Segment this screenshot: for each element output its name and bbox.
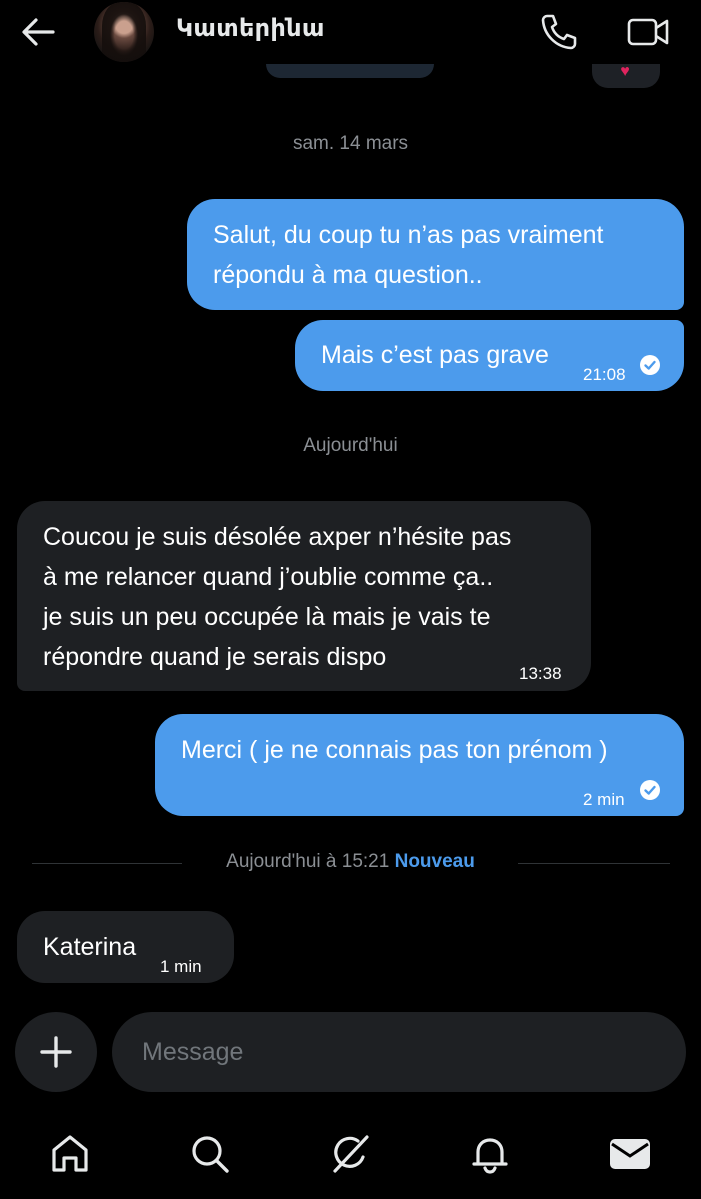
new-divider-label: Nouveau (394, 851, 475, 872)
message-bubble-outgoing[interactable]: Salut, du coup tu n’as pas vraiment répo… (187, 199, 684, 310)
message-bubble-outgoing[interactable]: Merci ( je ne connais pas ton prénom ) 2… (155, 714, 684, 816)
back-button[interactable] (18, 12, 58, 52)
message-text: répondu à ma question.. (213, 261, 483, 289)
heart-icon: ♥ (620, 63, 630, 80)
new-divider-time: Aujourd'hui à 15:21 (226, 851, 390, 872)
message-bubble-outgoing[interactable]: Mais c’est pas grave 21:08 (295, 320, 684, 391)
message-bubble-incoming[interactable]: Coucou je suis désolée axper n’hésite pa… (17, 501, 591, 691)
grok-icon (333, 1135, 369, 1173)
avatar[interactable] (94, 2, 154, 62)
message-text: Salut, du coup tu n’as pas vraiment (213, 221, 604, 249)
message-text: Coucou je suis désolée axper n’hésite pa… (43, 523, 512, 551)
mail-icon (610, 1139, 650, 1169)
message-time: 1 min (160, 957, 202, 976)
conversation-header: Կատերինա (0, 0, 701, 64)
read-check-icon (640, 355, 660, 375)
nav-search[interactable] (186, 1130, 234, 1178)
message-text: Katerina (43, 933, 137, 961)
new-messages-divider: Aujourd'hui à 15:21 Nouveau (0, 851, 701, 873)
nav-grok[interactable] (326, 1130, 374, 1178)
nav-home[interactable] (46, 1130, 94, 1178)
message-bubble-incoming[interactable]: Katerina 1 min (17, 911, 234, 983)
bell-icon (472, 1138, 508, 1174)
date-separator: Aujourd'hui (303, 435, 398, 456)
video-camera-icon (627, 18, 669, 46)
message-text: je suis un peu occupée là mais je vais t… (43, 603, 491, 631)
message-text: répondre quand je serais dispo (43, 643, 387, 671)
call-button[interactable] (538, 12, 580, 52)
plus-icon (40, 1036, 72, 1068)
nav-notifications[interactable] (466, 1130, 514, 1178)
message-text: Mais c’est pas grave (321, 341, 549, 369)
message-text: à me relancer quand j’oublie comme ça.. (43, 563, 494, 591)
nav-messages[interactable] (606, 1130, 654, 1178)
message-text: Merci ( je ne connais pas ton prénom ) (181, 736, 608, 764)
message-time: 21:08 (583, 365, 626, 384)
date-separator: sam. 14 mars (292, 133, 409, 154)
add-media-button[interactable] (15, 1012, 97, 1092)
bottom-navigation (0, 1110, 701, 1199)
home-icon (52, 1135, 88, 1172)
contact-name[interactable]: Կատերինա (176, 14, 325, 43)
phone-icon (541, 14, 577, 50)
message-time: 13:38 (519, 664, 562, 683)
message-time: 2 min (583, 790, 625, 809)
video-call-button[interactable] (626, 12, 670, 52)
search-icon (192, 1136, 229, 1173)
arrow-left-icon (22, 18, 55, 46)
message-input[interactable] (112, 1012, 686, 1092)
read-check-icon (640, 780, 660, 800)
